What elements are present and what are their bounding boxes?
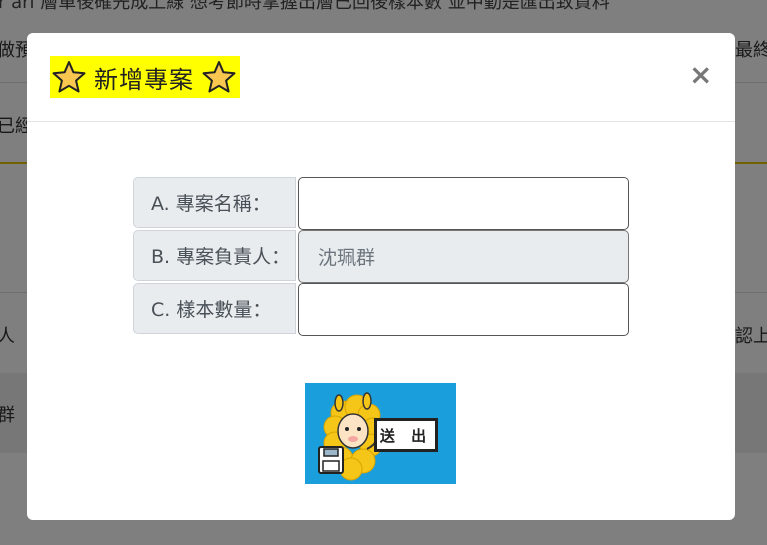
star-icon [52,61,86,93]
close-icon[interactable]: × [689,61,712,89]
project-name-row: A. 專案名稱： [133,177,629,230]
modal-title: 新增專案 [50,56,240,98]
modal-title-text: 新增專案 [94,65,194,94]
sample-size-label: C. 樣本數量： [133,283,296,334]
submit-label: 送 出 [374,418,438,452]
sample-size-row: C. 樣本數量： [133,283,629,336]
modal-header: 新增專案 × [27,33,735,122]
submit-button[interactable]: 送 出 [305,383,456,484]
new-project-modal: 新增專案 × A. 專案名稱： B. 專案負責人： C. 樣本數量： [27,33,735,520]
star-icon [202,61,236,93]
project-name-label: A. 專案名稱： [133,177,296,228]
project-owner-input[interactable] [298,230,629,283]
project-name-input[interactable] [298,177,629,230]
project-owner-row: B. 專案負責人： [133,230,629,283]
project-owner-label: B. 專案負責人： [133,230,296,281]
sample-size-input[interactable] [298,283,629,336]
